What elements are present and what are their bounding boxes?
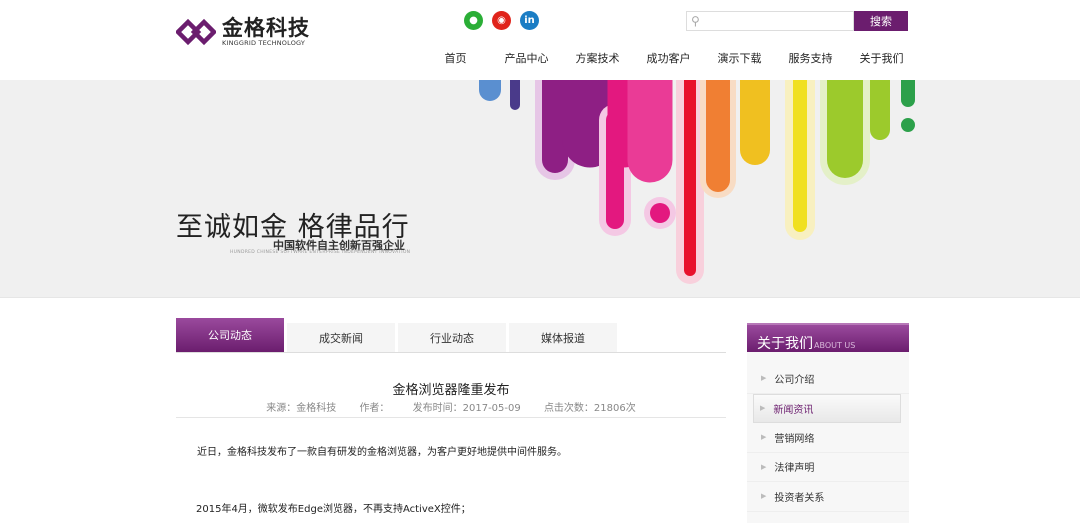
linkedin-icon[interactable]: in [520,11,539,30]
search-input[interactable] [703,13,844,29]
triangle-right-icon: ▶ [761,433,767,442]
social-links: ● ◉ in [464,11,539,30]
news-tabs: 公司动态 成交新闻 行业动态 媒体报道 [176,318,726,353]
nav-solutions[interactable]: 方案技术 [562,50,633,66]
search-bar: ⚲ 搜索 [686,11,908,31]
article-paragraph: 近日，金格科技发布了一款自有研发的金格浏览器，为客户更好地提供中间件服务。 [197,447,567,458]
tab-industry-news[interactable]: 行业动态 [398,323,506,352]
banner-subtitle-en: HUNDRED CHINESE SOFTWARE ENTERPRISE INDE… [230,250,411,255]
tab-company-news[interactable]: 公司动态 [176,318,284,352]
weibo-icon[interactable]: ◉ [492,11,511,30]
article-author: 作者： [359,403,390,414]
tab-deal-news[interactable]: 成交新闻 [287,323,395,352]
sidebar-item-legal[interactable]: ▶ 法律声明 [747,453,909,482]
sidebar-item-news[interactable]: ▶ 新闻资讯 [753,393,901,423]
sidebar-item-label: 投资者关系 [774,492,825,504]
sidebar-item-label: 法律声明 [774,463,815,475]
wechat-icon[interactable]: ● [464,11,483,30]
triangle-right-icon: ▶ [760,404,766,413]
logo-subtext: KINGGRID TECHNOLOGY [222,39,306,47]
nav-customers[interactable]: 成功客户 [633,50,704,66]
triangle-right-icon: ▶ [761,374,767,383]
banner-graphic [479,80,915,284]
triangle-right-icon: ▶ [761,462,767,471]
sidebar-item-marketing-network[interactable]: ▶ 营销网络 [747,423,909,453]
sidebar-title: 关于我们 [757,336,813,352]
tab-media-reports[interactable]: 媒体报道 [509,323,617,352]
banner: 至诚如金 格律品行 中国软件自主创新百强企业 HUNDRED CHINESE S… [0,80,1080,298]
sidebar-item-label: 新闻资讯 [773,404,814,416]
search-icon: ⚲ [691,14,700,28]
sidebar-item-company-intro[interactable]: ▶ 公司介绍 [747,364,909,394]
nav-products[interactable]: 产品中心 [491,50,562,66]
sidebar-item-label: 营销网络 [774,433,815,445]
sidebar-header: 关于我们ABOUT US [747,323,909,352]
article-source: 来源：金格科技 [266,403,337,414]
triangle-right-icon: ▶ [761,492,767,501]
article-date: 发布时间：2017-05-09 [412,403,521,414]
article-views: 点击次数：21806次 [543,403,636,414]
nav-home[interactable]: 首页 [420,50,491,66]
search-button[interactable]: 搜索 [854,11,908,31]
nav-about[interactable]: 关于我们 [846,50,917,66]
nav-support[interactable]: 服务支持 [775,50,846,66]
header: 金格科技 KINGGRID TECHNOLOGY ● ◉ in ⚲ 搜索 首页 … [0,0,1080,80]
main-nav: 首页 产品中心 方案技术 成功客户 演示下载 服务支持 关于我们 [420,50,917,66]
logo[interactable]: 金格科技 KINGGRID TECHNOLOGY [176,17,310,47]
logo-icon [176,18,216,46]
sidebar: 关于我们ABOUT US ▶ 公司介绍 ▶ 新闻资讯 ▶ 营销网络 ▶ 法律声明 ▶ 投资… [747,323,909,523]
sidebar-item-investors[interactable]: ▶ 投资者关系 [747,482,909,512]
article-title: 金格浏览器隆重发布 [392,383,510,398]
divider [176,417,726,418]
article-paragraph: 2015年4月，微软发布Edge浏览器，不再支持ActiveX控件； [196,504,471,515]
nav-downloads[interactable]: 演示下载 [704,50,775,66]
sidebar-title-en: ABOUT US [814,341,856,350]
logo-text: 金格科技 [222,16,310,40]
sidebar-item-label: 公司介绍 [774,374,815,386]
article-meta: 来源：金格科技 作者： 发布时间：2017-05-09 点击次数：21806次 [176,399,726,414]
